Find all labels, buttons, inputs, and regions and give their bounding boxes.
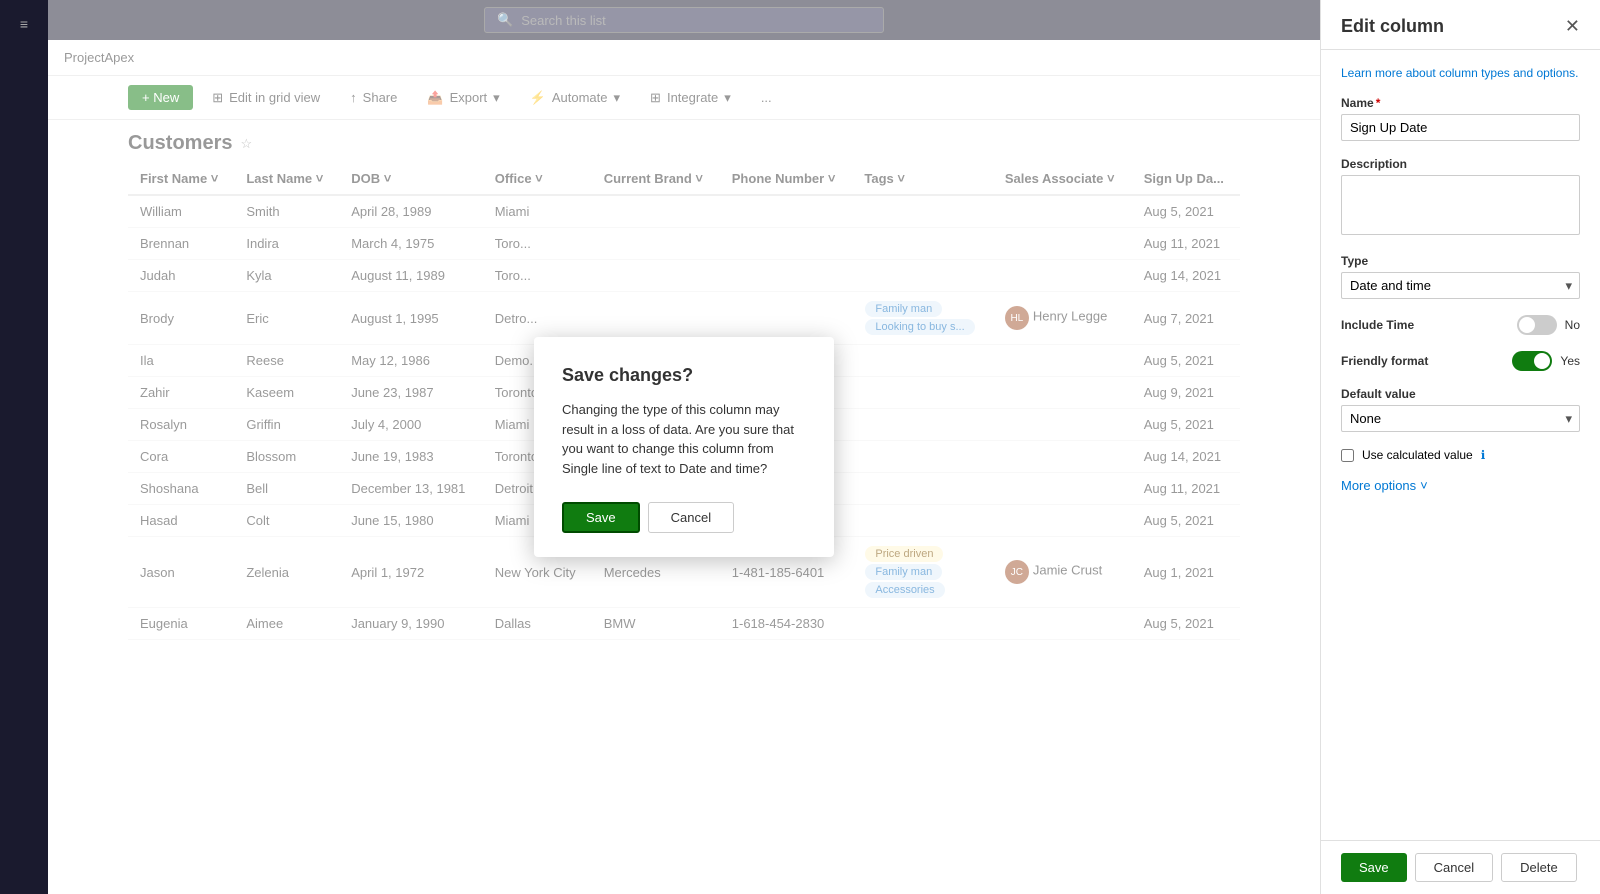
default-value-field-group: Default value None: [1341, 387, 1580, 432]
include-time-toggle[interactable]: [1517, 315, 1557, 335]
default-value-select[interactable]: None: [1341, 405, 1580, 432]
include-time-row: Include Time No: [1341, 315, 1580, 335]
dialog-title: Save changes?: [562, 365, 806, 386]
dialog-actions: Save Cancel: [562, 502, 806, 533]
panel-cancel-button[interactable]: Cancel: [1415, 853, 1493, 882]
friendly-format-row: Friendly format Yes: [1341, 351, 1580, 371]
learn-more-link[interactable]: Learn more about column types and option…: [1341, 66, 1580, 80]
default-value-label: Default value: [1341, 387, 1580, 401]
friendly-format-text: Yes: [1560, 354, 1580, 368]
save-dialog: Save changes? Changing the type of this …: [534, 337, 834, 557]
more-options-button[interactable]: More options ˅: [1341, 478, 1580, 493]
type-select[interactable]: Date and time: [1341, 272, 1580, 299]
name-input[interactable]: [1341, 114, 1580, 141]
overlay: Save changes? Changing the type of this …: [48, 0, 1320, 894]
panel-title: Edit column: [1341, 16, 1444, 37]
type-label: Type: [1341, 254, 1580, 268]
panel-footer: Save Cancel Delete: [1321, 840, 1600, 894]
description-label: Description: [1341, 157, 1580, 171]
more-options-chevron-icon: ˅: [1420, 478, 1428, 493]
include-time-label: Include Time: [1341, 318, 1414, 332]
panel-body: Learn more about column types and option…: [1321, 50, 1600, 840]
edit-column-panel: Edit column ✕ Learn more about column ty…: [1320, 0, 1600, 894]
calculated-value-checkbox[interactable]: [1341, 449, 1354, 462]
dialog-save-button[interactable]: Save: [562, 502, 640, 533]
panel-header: Edit column ✕: [1321, 0, 1600, 50]
description-textarea[interactable]: [1341, 175, 1580, 235]
dialog-cancel-button[interactable]: Cancel: [648, 502, 734, 533]
include-time-text: No: [1565, 318, 1580, 332]
name-field-group: Name*: [1341, 96, 1580, 141]
main-area: 🔍 ProjectApex + New ⊞ Edit in grid view …: [48, 0, 1320, 894]
sidebar-template-icon[interactable]: ≡: [8, 8, 40, 40]
default-value-select-wrapper: None: [1341, 405, 1580, 432]
friendly-format-toggle-group: Yes: [1512, 351, 1580, 371]
description-field-group: Description: [1341, 157, 1580, 238]
name-label: Name*: [1341, 96, 1580, 110]
left-sidebar: ≡: [0, 0, 48, 894]
friendly-format-toggle[interactable]: [1512, 351, 1552, 371]
panel-close-button[interactable]: ✕: [1565, 16, 1580, 37]
info-icon: ℹ: [1481, 448, 1486, 462]
type-select-wrapper: Date and time: [1341, 272, 1580, 299]
more-options-label: More options: [1341, 478, 1416, 493]
friendly-format-label: Friendly format: [1341, 354, 1428, 368]
panel-save-button[interactable]: Save: [1341, 853, 1407, 882]
calculated-value-label: Use calculated value: [1362, 448, 1473, 462]
include-time-toggle-group: No: [1517, 315, 1580, 335]
calculated-value-row: Use calculated value ℹ: [1341, 448, 1580, 462]
panel-delete-button[interactable]: Delete: [1501, 853, 1577, 882]
type-field-group: Type Date and time: [1341, 254, 1580, 299]
dialog-body: Changing the type of this column may res…: [562, 400, 806, 478]
